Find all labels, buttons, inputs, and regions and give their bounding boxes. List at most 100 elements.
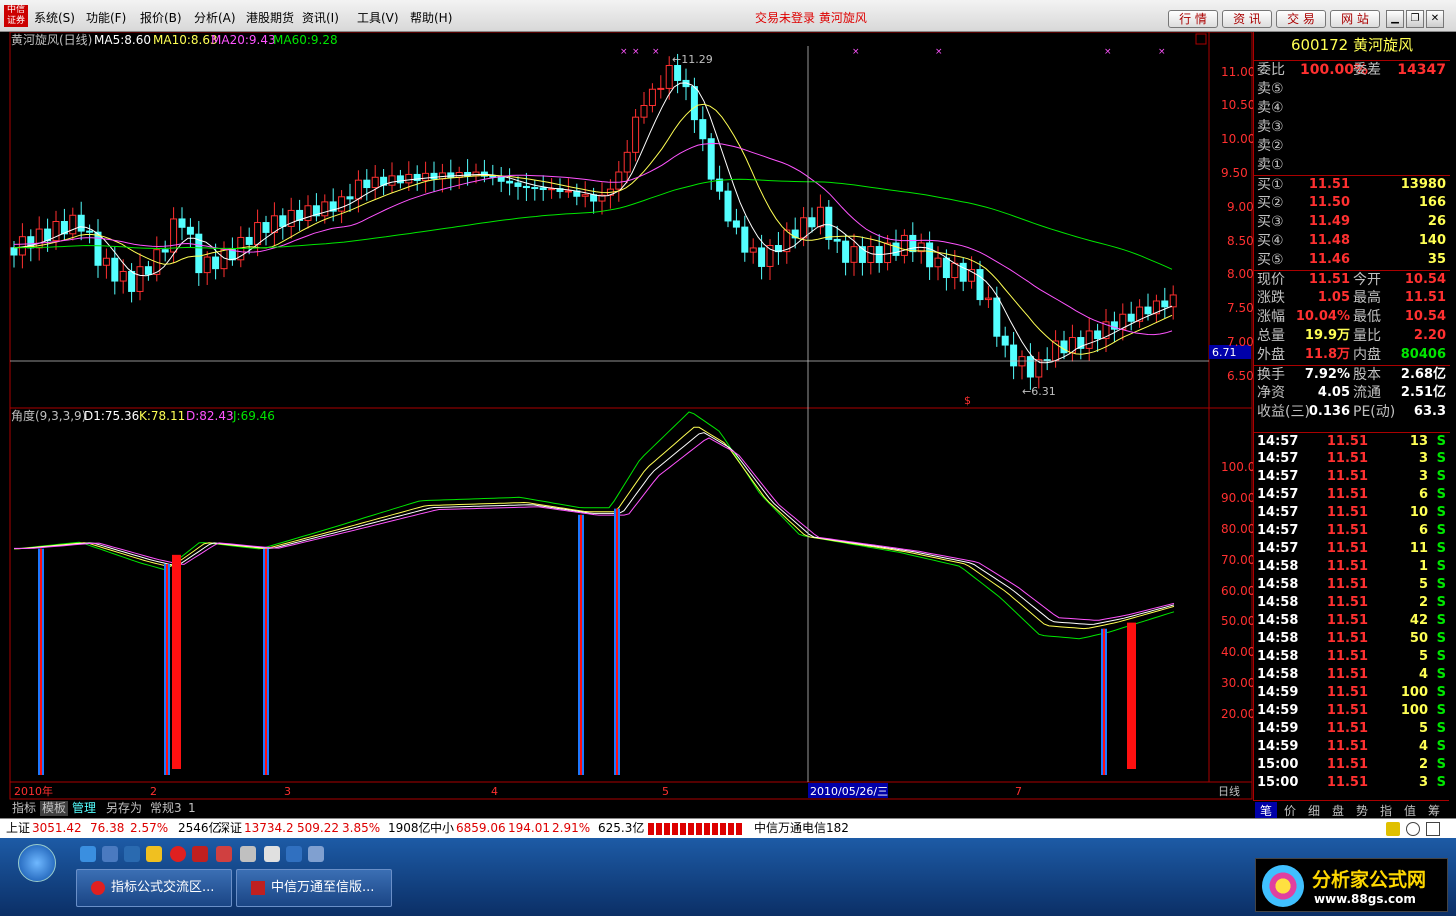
candle bbox=[833, 238, 841, 242]
chart-area[interactable]: × × × × × × × 黄河旋风(日线) MA5:8.60 MA10:8.63 MA20… bbox=[0, 32, 1253, 800]
close-icon[interactable]: ✕ bbox=[1426, 10, 1444, 28]
notepad-icon[interactable] bbox=[240, 846, 256, 862]
candle bbox=[741, 226, 749, 253]
stat-value: 11.51 bbox=[1308, 272, 1350, 287]
tick-row: 14:58 11.51 4 S bbox=[1254, 666, 1450, 684]
candle bbox=[430, 172, 438, 180]
svg-text:40.00: 40.00 bbox=[1221, 645, 1253, 659]
opera-icon[interactable] bbox=[170, 846, 186, 862]
taskbar-window-citic[interactable]: 中信万通至信版... bbox=[236, 869, 392, 907]
sz-value: 13734.2 bbox=[244, 821, 294, 835]
red-signal-stripe bbox=[616, 508, 618, 775]
picture-icon[interactable] bbox=[308, 846, 324, 862]
tick-time: 14:57 bbox=[1257, 541, 1299, 556]
buy-volume: 35 bbox=[1427, 252, 1446, 267]
settings-icon[interactable] bbox=[1406, 822, 1420, 836]
minimize-icon[interactable]: ▁ bbox=[1386, 10, 1404, 28]
stat-label: 外盘 bbox=[1257, 347, 1285, 363]
candle bbox=[531, 187, 539, 190]
app-icon[interactable] bbox=[216, 846, 232, 862]
tick-side: S bbox=[1436, 595, 1446, 610]
stat-row: 外盘 11.8万 内盘 80406 bbox=[1254, 346, 1450, 364]
svg-text:2010年: 2010年 bbox=[14, 784, 53, 798]
candle bbox=[212, 256, 220, 270]
svg-text:7: 7 bbox=[1015, 785, 1022, 798]
menu-help[interactable]: 帮助(H) bbox=[410, 9, 452, 26]
stock-title: 600172 黄河旋风 bbox=[1290, 36, 1414, 54]
tab-save-as[interactable]: 另存为 bbox=[104, 801, 144, 816]
menu-analysis[interactable]: 分析(A) bbox=[194, 9, 236, 26]
tab-chips[interactable]: 筹 bbox=[1423, 802, 1445, 819]
lock-icon[interactable] bbox=[1426, 822, 1440, 836]
tick-volume: 2 bbox=[1418, 595, 1428, 610]
tick-row: 14:57 11.51 6 S bbox=[1254, 522, 1450, 540]
sz-label[interactable]: 深证 bbox=[218, 819, 242, 838]
sh-percent: 2.57% bbox=[130, 821, 169, 835]
candle bbox=[959, 262, 967, 282]
restore-icon[interactable]: ❐ bbox=[1406, 10, 1424, 28]
sell-level-label: 卖④ bbox=[1257, 100, 1284, 116]
tab-template[interactable]: 模板 bbox=[40, 801, 69, 816]
tab-indicator[interactable]: 指标 bbox=[10, 801, 38, 816]
tab-ticks[interactable]: 笔 bbox=[1255, 802, 1277, 819]
tab-page1[interactable]: 1 bbox=[186, 801, 198, 816]
menu-function[interactable]: 功能(F) bbox=[86, 9, 126, 26]
flower-logo-icon bbox=[1262, 865, 1304, 907]
candle bbox=[170, 218, 178, 253]
menu-info[interactable]: 资讯(I) bbox=[302, 9, 339, 26]
buy-level-label: 买① bbox=[1257, 177, 1284, 193]
candle bbox=[270, 215, 278, 233]
signal-x-marker: × bbox=[1104, 47, 1112, 57]
candle bbox=[1144, 306, 1152, 315]
citic-icon[interactable] bbox=[192, 846, 208, 862]
menu-system[interactable]: 系统(S) bbox=[34, 9, 75, 26]
window-icon[interactable] bbox=[286, 846, 302, 862]
qq-icon[interactable] bbox=[146, 846, 162, 862]
candle bbox=[648, 88, 656, 106]
tab-detail[interactable]: 细 bbox=[1303, 802, 1325, 819]
svg-text:3: 3 bbox=[284, 785, 291, 798]
tab-manage[interactable]: 管理 bbox=[70, 801, 98, 816]
candle bbox=[867, 246, 875, 263]
svg-text:4: 4 bbox=[491, 785, 498, 798]
candle bbox=[102, 257, 110, 266]
candle bbox=[1026, 356, 1034, 378]
menu-hk-futures[interactable]: 港股期货 bbox=[246, 9, 294, 26]
sh-label[interactable]: 上证 bbox=[6, 819, 30, 838]
tick-row: 14:58 11.51 42 S bbox=[1254, 612, 1450, 630]
tick-volume: 6 bbox=[1418, 523, 1428, 538]
menu-tools[interactable]: 工具(V) bbox=[357, 9, 399, 26]
website-button[interactable]: 网 站 bbox=[1330, 10, 1380, 28]
ie-icon[interactable] bbox=[80, 846, 96, 862]
market-button[interactable]: 行 情 bbox=[1168, 10, 1218, 28]
red-signal-stripe bbox=[580, 514, 582, 775]
tick-side: S bbox=[1436, 667, 1446, 682]
sell-level-label: 卖① bbox=[1257, 157, 1284, 173]
period-label[interactable]: 日线 bbox=[1218, 784, 1240, 798]
tab-normal3[interactable]: 常规3 bbox=[148, 801, 184, 816]
menu-quote[interactable]: 报价(B) bbox=[140, 9, 182, 26]
tab-book[interactable]: 盘 bbox=[1327, 802, 1349, 819]
alert-icon[interactable] bbox=[1386, 822, 1400, 836]
candle bbox=[136, 266, 144, 292]
document-icon[interactable] bbox=[264, 846, 280, 862]
candle bbox=[363, 179, 371, 189]
tab-index[interactable]: 指 bbox=[1375, 802, 1397, 819]
tab-price[interactable]: 价 bbox=[1279, 802, 1301, 819]
explorer-icon[interactable] bbox=[124, 846, 140, 862]
news-button[interactable]: 资 讯 bbox=[1222, 10, 1272, 28]
candle bbox=[707, 138, 715, 180]
taskbar-window-forum[interactable]: 指标公式交流区... bbox=[76, 869, 232, 907]
buy-volume: 166 bbox=[1418, 195, 1446, 210]
desktop-icon[interactable] bbox=[102, 846, 118, 862]
sh-change: 76.38 bbox=[90, 821, 125, 835]
tab-value[interactable]: 值 bbox=[1399, 802, 1421, 819]
tick-time: 14:58 bbox=[1257, 559, 1299, 574]
tab-trend[interactable]: 势 bbox=[1351, 802, 1373, 819]
tick-time: 14:57 bbox=[1257, 469, 1299, 484]
zx-label[interactable]: 中小 bbox=[430, 819, 454, 838]
trade-button[interactable]: 交 易 bbox=[1276, 10, 1326, 28]
citic-icon bbox=[251, 881, 265, 895]
start-button[interactable] bbox=[18, 844, 56, 882]
candle bbox=[396, 175, 404, 184]
